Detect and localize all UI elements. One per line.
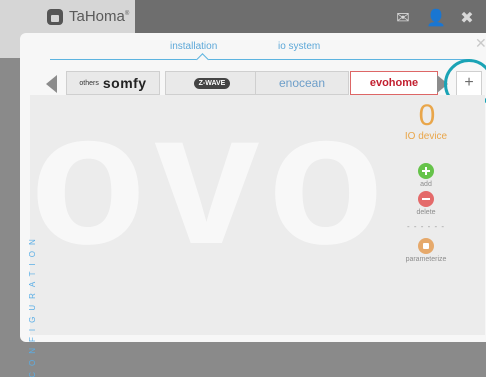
trademark: ®: [124, 11, 130, 17]
protocol-tab-enocean[interactable]: enocean: [255, 71, 349, 95]
app-name: TaHoma: [69, 8, 125, 25]
protocol-tab-evohome[interactable]: evohome: [350, 71, 438, 95]
delete-button[interactable]: delete: [396, 191, 456, 216]
parameterize-label: parameterize: [405, 256, 447, 263]
enocean-logo: enocean: [278, 76, 326, 90]
content-area: ovo CONFIGURATION 0 IO device add delete…: [28, 72, 485, 377]
somfy-logo: somfy: [102, 75, 147, 91]
add-label: add: [420, 181, 432, 188]
actions-divider: - - - - - -: [406, 222, 446, 231]
delete-label: delete: [416, 209, 436, 216]
add-button[interactable]: add: [396, 163, 456, 188]
active-tab-caret: [196, 53, 209, 66]
parameterize-button[interactable]: parameterize: [396, 238, 456, 263]
tab-installation[interactable]: installation: [170, 41, 217, 52]
evohome-logo: evohome: [369, 77, 419, 89]
dialog-tabs: installation io system: [20, 33, 486, 66]
somfy-others-text: others: [79, 79, 99, 87]
tab-io-system[interactable]: io system: [278, 41, 320, 52]
add-icon: [418, 163, 434, 179]
protocol-tab-zwave[interactable]: Z-WAVE: [165, 71, 259, 95]
tahoma-logo[interactable]: TaHoma®: [47, 8, 129, 25]
tab-underline: [50, 59, 470, 60]
io-device-count: 0: [418, 99, 436, 132]
configuration-side-label: CONFIGURATION: [22, 232, 42, 377]
user-icon[interactable]: 👤: [426, 8, 446, 28]
dialog-close-icon[interactable]: ✕: [475, 35, 486, 52]
top-icons: ✉ 👤 ✖: [394, 8, 476, 28]
configuration-label-text: CONFIGURATION: [27, 232, 37, 377]
configuration-dialog: installation io system ✕ others somfy Z-…: [20, 33, 486, 377]
arrow-left-icon[interactable]: [46, 75, 57, 93]
parameterize-icon: [418, 238, 434, 254]
home-icon: [47, 8, 63, 25]
io-device-label: IO device: [404, 131, 448, 142]
delete-icon: [418, 191, 434, 207]
mail-icon[interactable]: ✉: [394, 8, 412, 28]
zwave-logo: Z-WAVE: [193, 77, 231, 89]
watermark-text: ovo: [30, 72, 392, 284]
close-icon[interactable]: ✖: [458, 8, 476, 28]
protocol-tab-somfy[interactable]: others somfy: [66, 71, 160, 95]
